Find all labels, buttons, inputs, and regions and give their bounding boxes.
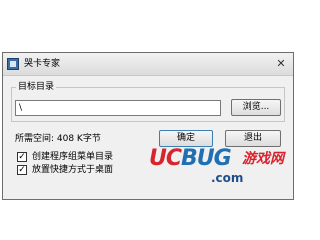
watermark-uc: UC [149, 146, 182, 171]
create-program-group-checkbox[interactable]: ✓ [17, 152, 27, 162]
watermark-domain: .com [211, 171, 244, 185]
title-bar[interactable]: 哭卡专家 ✕ [3, 53, 293, 76]
watermark-bug: BUG [181, 146, 232, 171]
watermark-brand: UCBUG [149, 145, 232, 173]
space-required-text: 所需空间: 408 K字节 [15, 134, 101, 144]
app-icon [7, 58, 19, 70]
installer-dialog: 哭卡专家 ✕ 目标目录 \ 浏览... 所需空间: 408 K字节 确定 退出 … [2, 52, 294, 200]
watermark-cn: 游戏网 [242, 151, 284, 167]
desktop-shortcut-checkbox[interactable]: ✓ [17, 165, 27, 175]
close-icon[interactable]: ✕ [274, 57, 288, 70]
browse-button[interactable]: 浏览... [231, 99, 281, 116]
target-directory-input[interactable]: \ [15, 100, 221, 116]
window-title: 哭卡专家 [24, 59, 61, 69]
watermark-logo: UCBUG 游戏网 .com [149, 145, 295, 195]
desktop-shortcut-label: 放置快捷方式于桌面 [32, 165, 114, 175]
create-program-group-label: 创建程序组菜单目录 [32, 152, 114, 162]
target-directory-label: 目标目录 [16, 81, 57, 93]
